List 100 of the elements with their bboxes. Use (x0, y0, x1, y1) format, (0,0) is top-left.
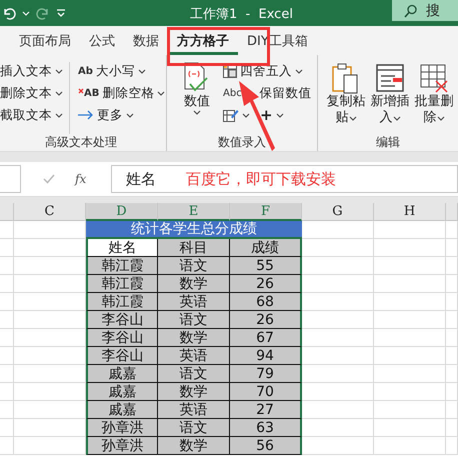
ribbon-tab[interactable]: 页面布局 (10, 26, 80, 55)
ribbon-button[interactable]: 新增插入 (370, 62, 410, 134)
table-cell: 孙章洪 (86, 419, 158, 437)
ribbon-tab[interactable]: 公式 (80, 26, 124, 55)
empty-cell (0, 329, 14, 347)
table-cell: 孙章洪 (86, 437, 158, 455)
search-icon (404, 4, 418, 18)
check-icon[interactable] (43, 174, 55, 184)
table-cell: 94 (230, 347, 302, 365)
empty-cell (446, 437, 458, 455)
caret-icon (193, 110, 201, 116)
case-icon: Ab (78, 66, 93, 76)
empty-cell (446, 293, 458, 311)
empty-cell (0, 437, 14, 455)
table-cell: 79 (230, 365, 302, 383)
caret-icon (55, 68, 63, 74)
empty-cell (0, 293, 14, 311)
search-field[interactable]: 搜 (392, 0, 458, 21)
table-cell: 语文 (158, 311, 230, 329)
table-cell: 26 (230, 275, 302, 293)
empty-cell (446, 239, 458, 257)
table-cell: 李谷山 (86, 347, 158, 365)
empty-cell (0, 383, 14, 401)
table-cell: 韩江霞 (86, 257, 158, 275)
ribbon-tab[interactable]: DIY工具箱 (238, 26, 317, 55)
empty-cell (446, 347, 458, 365)
table-cell: 英语 (158, 347, 230, 365)
table-cell: 戚嘉 (86, 365, 158, 383)
column-header[interactable] (446, 203, 458, 221)
table-cell: 李谷山 (86, 311, 158, 329)
column-header[interactable]: C (14, 203, 86, 221)
group-label: 高级文本处理 (44, 134, 118, 151)
table-title: 统计各学生总分成绩 (86, 221, 302, 239)
empty-cell (374, 437, 446, 455)
empty-cell (0, 401, 14, 419)
ribbon-tab[interactable]: 数据 (124, 26, 168, 55)
caret-icon (55, 112, 63, 118)
ribbon-button[interactable]: 删除文本 (0, 84, 63, 102)
ribbon-button[interactable]: 批量删除 (414, 62, 454, 134)
undo-icon[interactable] (2, 6, 16, 20)
caret-icon (157, 90, 166, 96)
table-cell: 戚嘉 (86, 401, 158, 419)
empty-cell (374, 383, 446, 401)
table-cell: 68 (230, 293, 302, 311)
table-cell: 27 (230, 401, 302, 419)
name-box[interactable] (0, 165, 21, 193)
table-cell: 67 (230, 329, 302, 347)
ribbon-button[interactable]: AB 删除空格 (78, 84, 166, 102)
caret-icon (138, 68, 146, 74)
empty-cell (0, 257, 14, 275)
column-header[interactable] (0, 203, 14, 221)
empty-cell (0, 311, 14, 329)
table-cell: 63 (230, 419, 302, 437)
ribbon-button[interactable]: 截取文本 (0, 106, 63, 124)
redo-icon[interactable] (36, 6, 50, 20)
customize-icon[interactable] (56, 8, 66, 18)
empty-cell (374, 347, 446, 365)
table-cell: 英语 (158, 293, 230, 311)
table-cell: 语文 (158, 365, 230, 383)
empty-cell (374, 365, 446, 383)
empty-cell (446, 311, 458, 329)
header-cell: 姓名 (86, 239, 158, 257)
ribbon-button[interactable]: Abc 保留数值 (223, 84, 312, 102)
empty-cell (374, 275, 446, 293)
ribbon-button[interactable]: 插入文本 (0, 62, 63, 80)
table-cell: 语文 (158, 257, 230, 275)
caret-icon[interactable] (22, 10, 30, 16)
table-cell: 70 (230, 383, 302, 401)
abc-icon: Abc (223, 88, 242, 98)
empty-cell (446, 257, 458, 275)
caret-icon (55, 90, 63, 96)
column-header[interactable]: F (230, 203, 302, 221)
formula-field[interactable]: 姓名 百度它，即可下载安装 (111, 165, 458, 193)
table-cell: 语文 (158, 419, 230, 437)
table-cell: 56 (230, 437, 302, 455)
empty-cell (0, 365, 14, 383)
caret-icon (126, 112, 134, 118)
ribbon-button[interactable]: + (260, 106, 284, 124)
column-header[interactable]: H (374, 203, 446, 221)
caret-icon (436, 116, 444, 122)
function-symbol[interactable]: fx (75, 172, 105, 186)
ribbon-button[interactable]: 复制粘贴 (326, 62, 366, 134)
empty-cell (446, 329, 458, 347)
table-cell: 数学 (158, 383, 230, 401)
group-label: 编辑 (375, 134, 401, 151)
ribbon-button[interactable]: Ab 大小写 (78, 62, 166, 80)
column-header[interactable]: D (86, 203, 158, 221)
caret-icon (392, 116, 400, 122)
empty-cell (0, 239, 14, 257)
column-header[interactable]: E (158, 203, 230, 221)
ribbon-button[interactable]: 数值 (177, 62, 217, 134)
header-cell: 成绩 (230, 239, 302, 257)
caret-icon (295, 68, 303, 74)
empty-cell (374, 419, 446, 437)
table-cell: 英语 (158, 401, 230, 419)
column-header[interactable]: G (302, 203, 374, 221)
ribbon-button[interactable]: 更多 (78, 106, 166, 124)
caret-icon (242, 112, 250, 118)
insert-rows-icon (375, 62, 405, 94)
empty-cell (374, 293, 446, 311)
